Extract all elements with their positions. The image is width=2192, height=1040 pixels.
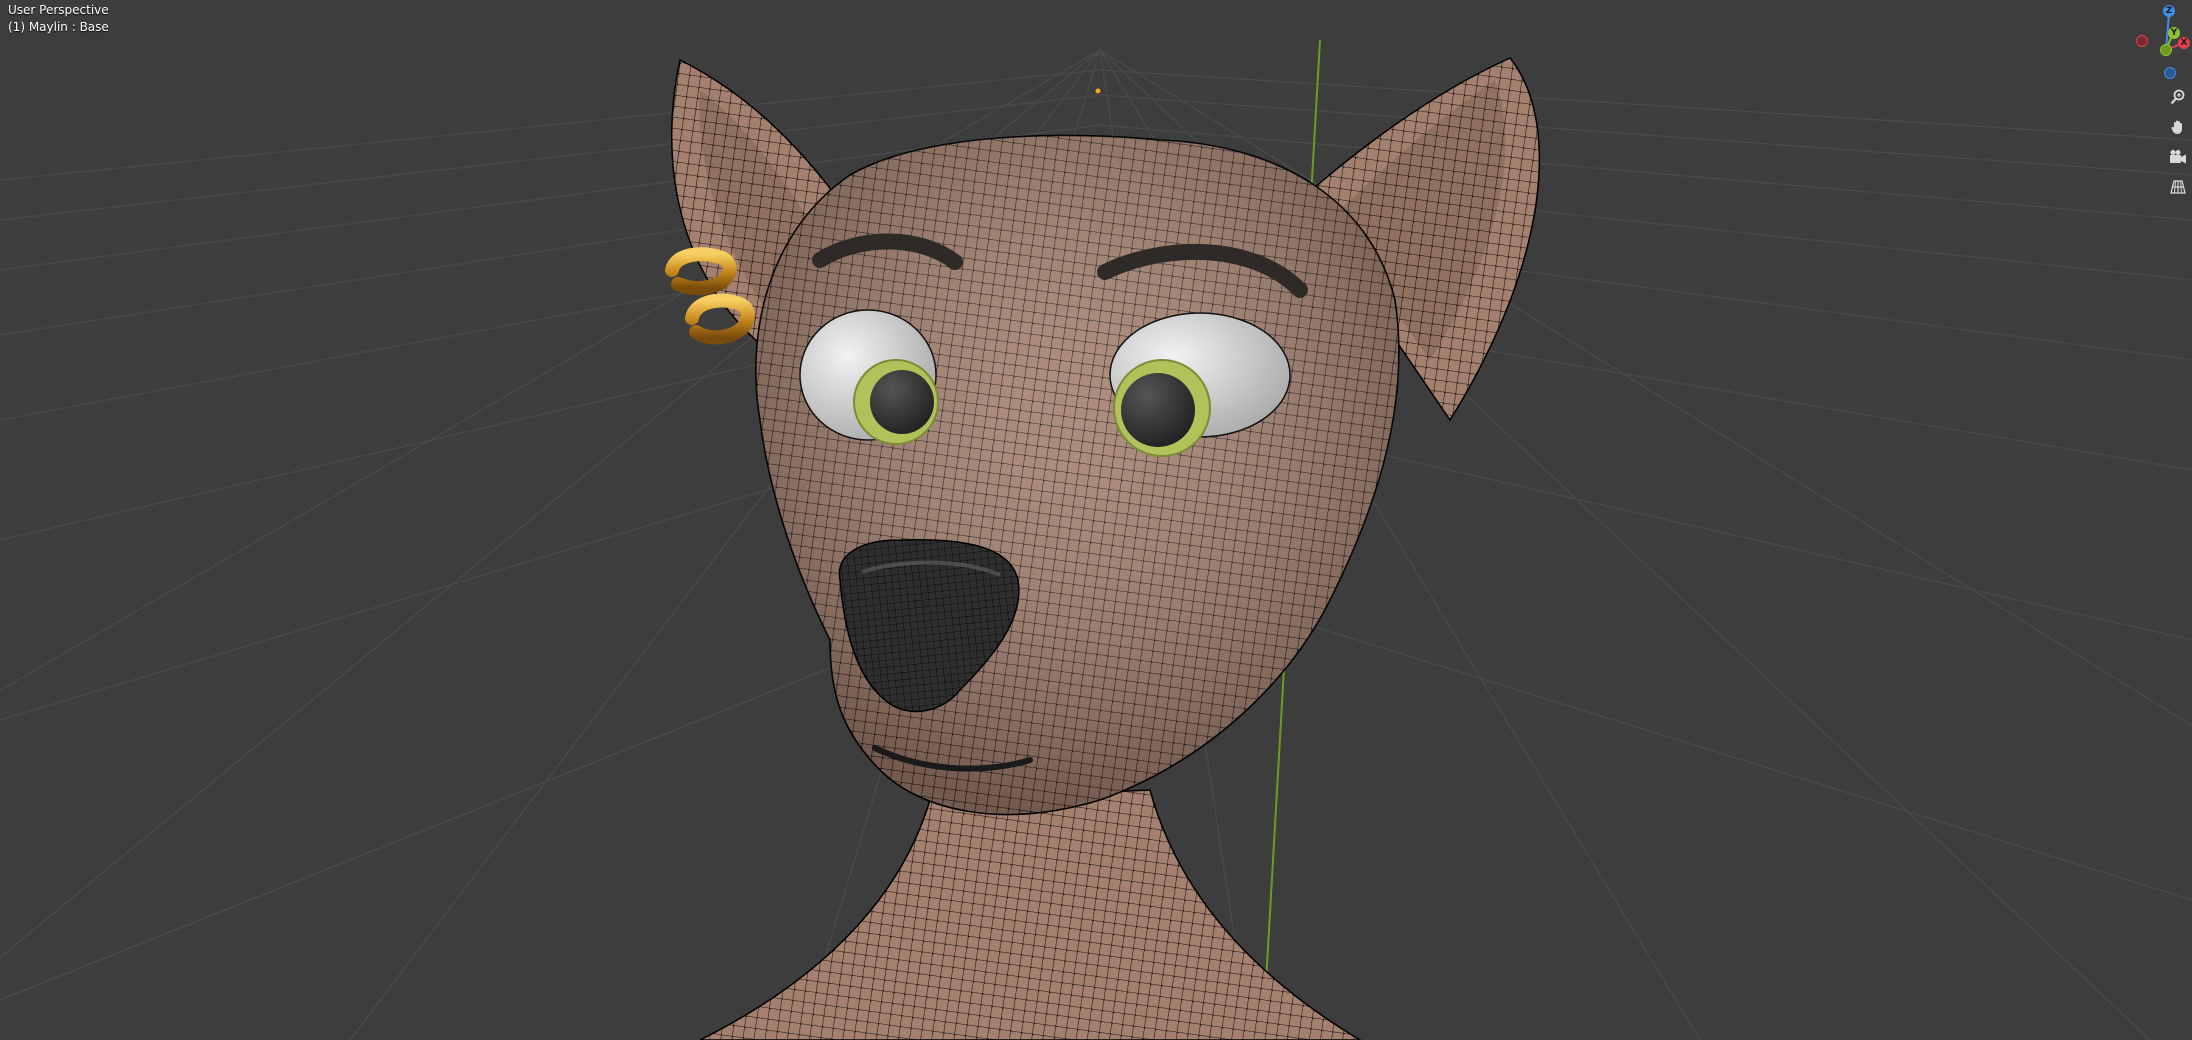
- character-mesh[interactable]: [670, 57, 1541, 1040]
- grid-perspective-icon[interactable]: [2165, 174, 2191, 200]
- hand-pan-icon[interactable]: [2165, 114, 2191, 140]
- active-object-label: (1) Maylin : Base: [8, 20, 109, 34]
- gizmo-y-axis[interactable]: Y: [2168, 27, 2180, 39]
- viewport-canvas[interactable]: [0, 0, 2192, 1040]
- gizmo-origin[interactable]: [2160, 44, 2172, 56]
- zoom-icon[interactable]: [2165, 84, 2191, 110]
- gizmo-x-axis[interactable]: X: [2178, 37, 2190, 49]
- viewport-title: User Perspective: [8, 3, 109, 17]
- gizmo-z-axis[interactable]: Z: [2163, 5, 2175, 17]
- camera-icon[interactable]: [2165, 144, 2191, 170]
- 3d-viewport[interactable]: User Perspective (1) Maylin : Base Z Y X: [0, 0, 2192, 1040]
- navigation-gizmo[interactable]: Z Y X: [2132, 0, 2192, 80]
- neck: [699, 789, 1362, 1040]
- gizmo-neg-x-axis[interactable]: [2136, 35, 2148, 47]
- gizmo-neg-z-axis[interactable]: [2164, 67, 2176, 79]
- origin-point: [1095, 88, 1101, 94]
